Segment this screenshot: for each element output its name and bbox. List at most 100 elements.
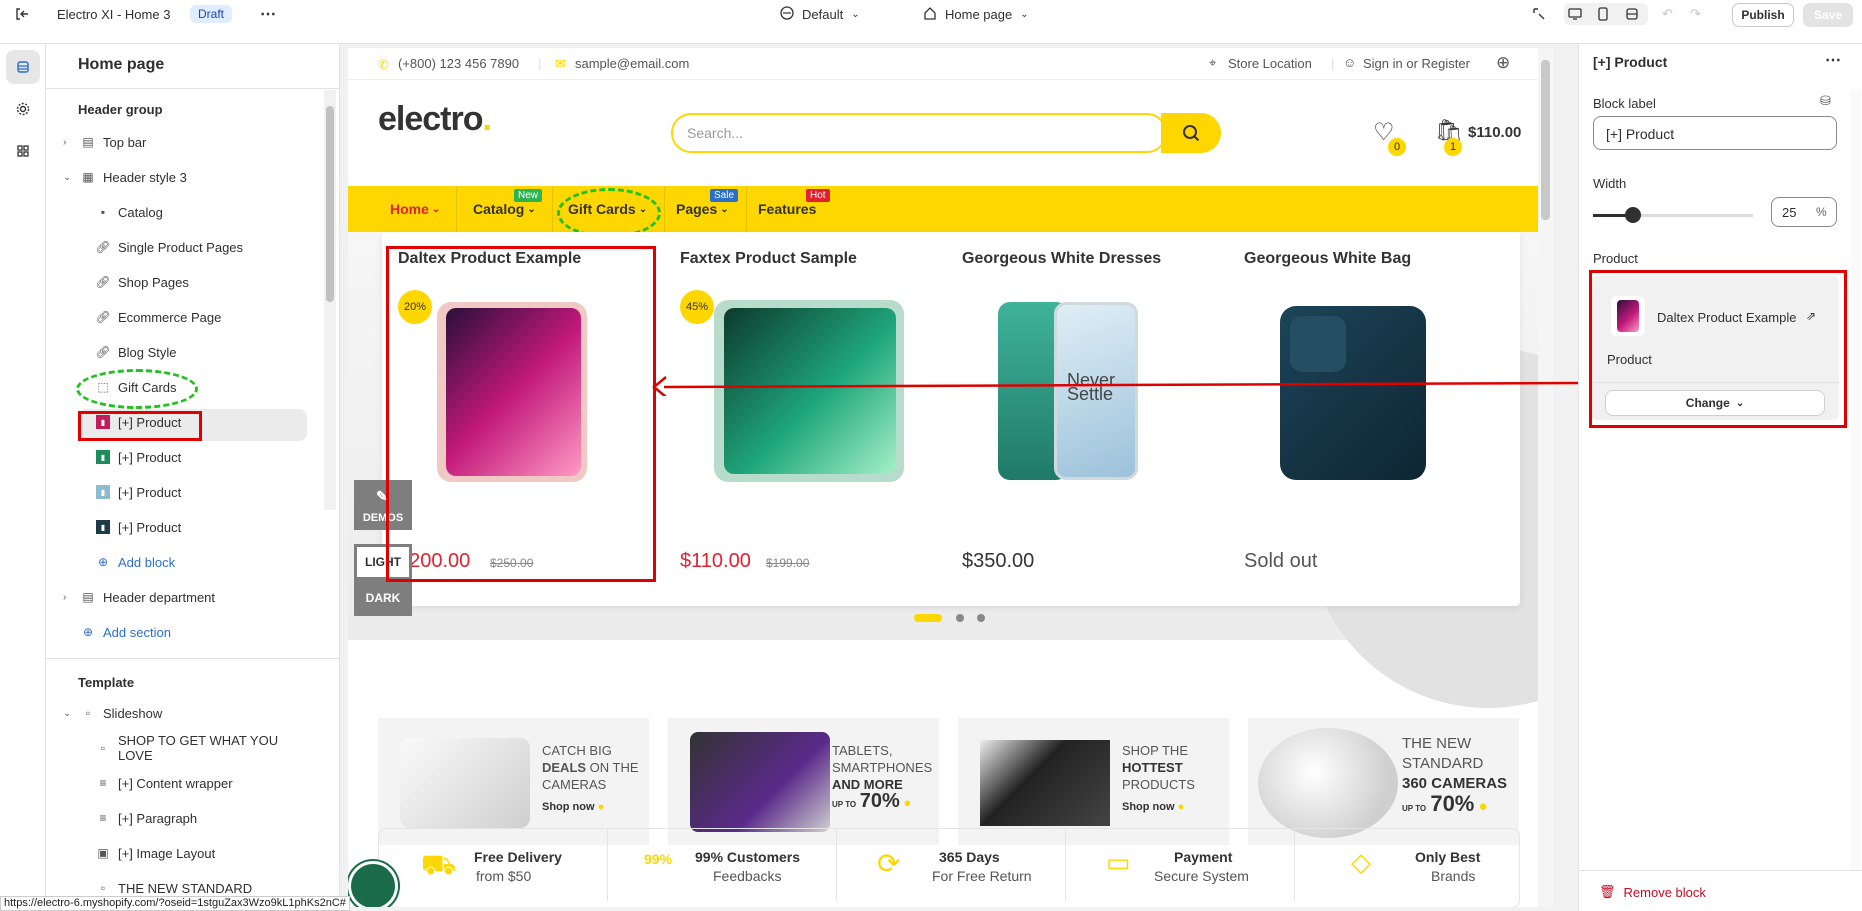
search-button[interactable] [1161,113,1221,153]
home-icon [923,6,937,23]
tree-item-slide[interactable]: ▫ SHOP TO GET WHAT YOU LOVE [46,733,316,763]
email-text[interactable]: sample@email.com [575,56,689,71]
mega-product-card-4[interactable]: Georgeous White Bag Sold out [1228,232,1510,606]
tree-item-image-layout[interactable]: ▣ [+] Image Layout [46,838,316,868]
tree-item-label: Header style 3 [103,169,187,185]
promo-image [690,732,830,832]
width-slider-track[interactable] [1593,207,1753,223]
dark-mode-button[interactable]: DARK [354,580,412,616]
mail-icon: ✉ [555,56,566,71]
link-icon: 🔗︎ [95,240,111,254]
tree-item-label: Shop Pages [118,274,189,290]
tree-item-paragraph[interactable]: ≡ [+] Paragraph [46,803,316,833]
more-icon[interactable]: ⋯ [260,0,276,28]
undo-icon[interactable]: ↶ [1662,0,1673,28]
tree-item-blog-style[interactable]: 🔗︎ Blog Style [46,337,316,367]
more-icon[interactable]: ⋯ [1825,50,1841,70]
status-bar-url: https://electro-6.myshopify.com/?oseid=1… [0,896,350,911]
sections-icon[interactable] [6,50,40,84]
apps-icon[interactable] [6,134,40,168]
tree-item-catalog[interactable]: ▪ Catalog [46,197,316,227]
feature-free-delivery: ⛟ Free Delivery from $50 [379,829,608,901]
exit-icon[interactable] [14,0,30,28]
tree-item-header-style-3[interactable]: ⌄ ▦ Header style 3 [46,162,316,192]
carousel-dot[interactable] [977,614,985,622]
return-arrows-icon: ⟳ [877,848,901,879]
product-title[interactable]: Georgeous White Bag [1244,250,1411,268]
tree-item-top-bar[interactable]: › ▤ Top bar [46,127,316,157]
tree-item-product-4[interactable]: ▮ [+] Product [46,512,316,542]
tree-item-label: SHOP TO GET WHAT YOU LOVE [117,733,279,763]
feature-payment: ▭ Payment Secure System [1066,829,1295,901]
carousel-dot[interactable] [956,614,964,622]
settings-gear-icon[interactable] [6,92,40,126]
fullscreen-icon[interactable] [1625,0,1639,28]
carousel-dot-active[interactable] [914,614,942,622]
header-group-label: Header group [78,102,163,117]
nav-home[interactable]: Home ⌄ [390,186,440,232]
tree-item-ecommerce-page[interactable]: 🔗︎ Ecommerce Page [46,302,316,332]
promo-banner-hottest[interactable]: SHOP THE HOTTEST PRODUCTS Shop now ● [958,718,1229,845]
status-badge: Draft [190,5,233,23]
tree-item-single-product-pages[interactable]: 🔗︎ Single Product Pages [46,232,316,262]
annotation-red-box [386,246,656,582]
save-button[interactable]: Save [1803,3,1853,27]
annotation-red-box [1589,270,1847,428]
inspector-icon[interactable] [1532,0,1546,28]
mobile-view-icon[interactable] [1597,0,1609,28]
panel-scrollbar[interactable] [1851,90,1861,870]
chevron-right-icon[interactable]: › [63,592,66,603]
promo-image [980,740,1110,826]
nav-badge-new: New [514,189,543,202]
tree-item-content-wrapper[interactable]: ≡ [+] Content wrapper [46,768,316,798]
link-icon: 🔗︎ [95,310,111,324]
mega-product-card-2[interactable]: Faxtex Product Sample 45% $110.00 $199.0… [664,232,946,606]
main-nav: Home ⌄ Catalog ⌄ New Gift Cards ⌄ Pages ⌄ Sa… [348,186,1553,232]
add-section-button[interactable]: ⊕ Add section [46,617,316,647]
database-icon[interactable]: ⛁ [1820,93,1831,109]
mega-product-card-3[interactable]: Georgeous White Dresses Never Settle $350… [946,232,1228,606]
nav-badge-hot: Hot [806,189,830,202]
width-number-input[interactable]: 25 % [1771,197,1837,227]
chat-widget-icon[interactable] [348,861,398,907]
block-title: [+] Product [1593,54,1668,70]
theme-select[interactable]: Default ⌄ [780,0,860,28]
tree-item-label: Header department [103,589,216,605]
add-block-button[interactable]: ⊕ Add block [46,547,316,577]
tree-item-slideshow[interactable]: ⌄ ▫ Slideshow [46,698,316,728]
chevron-down-icon[interactable]: ⌄ [63,172,71,183]
redo-icon[interactable]: ↷ [1690,0,1701,28]
tree-item-shop-pages[interactable]: 🔗︎ Shop Pages [46,267,316,297]
width-slider-thumb[interactable] [1625,207,1641,223]
remove-block-button[interactable]: 🗑︎ Remove block [1599,884,1706,900]
promo-banner-360-cameras[interactable]: THE NEW STANDARD 360 CAMERAS UP TO 70% ● [1248,718,1519,845]
chevron-right-icon[interactable]: › [63,137,66,148]
promo-banner-cameras[interactable]: CATCH BIG DEALS ON THE CAMERAS Shop now ● [378,718,649,845]
tree-item-product-2[interactable]: ▮ [+] Product [46,442,316,472]
tree-item-label: [+] Paragraph [118,810,198,826]
search-input[interactable]: Search... [671,113,1167,153]
block-settings-panel: [+] Product ⋯ Block label ⛁ [+] Product … [1578,44,1862,911]
globe-icon[interactable]: ⊕ [1496,53,1510,73]
sign-in-link[interactable]: Sign in or Register [1363,56,1470,71]
promo-banner-tablets[interactable]: TABLETS, SMARTPHONES AND MORE UP TO 70% ● [668,718,939,845]
feature-free-return: ⟳ 365 Days For Free Return [837,829,1066,901]
width-title: Width [1593,176,1627,191]
chevron-down-icon: ⌄ [851,8,860,20]
store-logo[interactable]: electro. [378,100,492,139]
store-location-link[interactable]: Store Location [1228,56,1312,71]
scrollbar-thumb[interactable] [326,106,334,302]
tree-item-header-department[interactable]: › ▤ Header department [46,582,316,612]
cart-total[interactable]: $110.00 [1468,124,1521,141]
preview-scrollbar-thumb[interactable] [1541,60,1550,220]
tree-item-product-3[interactable]: ▮ [+] Product [46,477,316,507]
desktop-view-icon[interactable] [1567,0,1583,28]
product-title[interactable]: Faxtex Product Sample [680,250,857,268]
chevron-down-icon[interactable]: ⌄ [63,708,71,719]
block-label-input[interactable]: [+] Product [1593,116,1837,150]
plus-circle-icon: ⊕ [82,625,94,639]
page-select[interactable]: Home page ⌄ [923,0,1029,28]
publish-button[interactable]: Publish [1732,3,1794,27]
product-title[interactable]: Georgeous White Dresses [962,250,1161,268]
tree-item-label: THE NEW STANDARD [118,880,253,896]
